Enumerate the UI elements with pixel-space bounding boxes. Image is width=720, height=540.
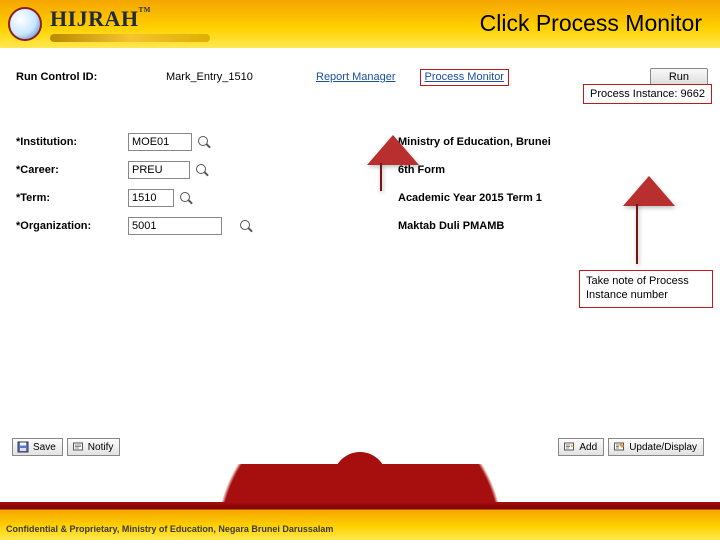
lookup-icon[interactable] bbox=[198, 136, 211, 149]
brand-block: HIJRAHTM bbox=[50, 6, 210, 42]
lookup-icon[interactable] bbox=[240, 220, 253, 233]
career-row: *Career: 6th Form bbox=[16, 156, 708, 184]
arrow-to-process-instance-icon bbox=[623, 176, 675, 206]
brand-emblem-icon bbox=[8, 7, 42, 41]
lookup-icon[interactable] bbox=[180, 192, 193, 205]
add-button[interactable]: Add bbox=[558, 438, 604, 456]
organization-label: *Organization: bbox=[16, 220, 128, 232]
save-icon bbox=[17, 441, 29, 453]
career-label: *Career: bbox=[16, 164, 128, 176]
content-area: Run Control ID: Mark_Entry_1510 Report M… bbox=[0, 48, 720, 240]
organization-input[interactable] bbox=[128, 217, 222, 235]
lookup-icon[interactable] bbox=[196, 164, 209, 177]
run-control-id-label: Run Control ID: bbox=[16, 71, 166, 83]
brand-tagline-bar bbox=[50, 34, 210, 42]
career-input[interactable] bbox=[128, 161, 190, 179]
institution-row: *Institution: Ministry of Education, Bru… bbox=[16, 128, 708, 156]
brand-name: HIJRAHTM bbox=[50, 6, 210, 32]
term-row: *Term: Academic Year 2015 Term 1 bbox=[16, 184, 708, 212]
footer-bar bbox=[0, 502, 720, 540]
parameters-form: *Institution: Ministry of Education, Bru… bbox=[16, 128, 708, 240]
footer-confidential-text: Confidential & Proprietary, Ministry of … bbox=[6, 524, 333, 534]
institution-label: *Institution: bbox=[16, 136, 128, 148]
page-title: Click Process Monitor bbox=[480, 10, 702, 37]
institution-desc: Ministry of Education, Brunei bbox=[398, 136, 708, 148]
save-button[interactable]: Save bbox=[12, 438, 63, 456]
arrow-to-process-monitor-icon bbox=[367, 135, 419, 165]
run-control-id-value: Mark_Entry_1510 bbox=[166, 71, 316, 83]
institution-input[interactable] bbox=[128, 133, 192, 151]
report-manager-link[interactable]: Report Manager bbox=[316, 71, 396, 83]
term-input[interactable] bbox=[128, 189, 174, 207]
app-header: HIJRAHTM Click Process Monitor bbox=[0, 0, 720, 48]
process-monitor-highlight: Process Monitor bbox=[420, 69, 509, 86]
arrow-stem-icon bbox=[636, 204, 638, 264]
process-monitor-link[interactable]: Process Monitor bbox=[425, 71, 504, 83]
process-instance-highlight: Process Instance: 9662 bbox=[583, 84, 712, 104]
term-label: *Term: bbox=[16, 192, 128, 204]
arrow-stem-icon bbox=[380, 163, 382, 191]
add-label: Add bbox=[579, 442, 597, 453]
update-display-button[interactable]: Update/Display bbox=[608, 438, 704, 456]
career-desc: 6th Form bbox=[398, 164, 708, 176]
organization-desc: Maktab Duli PMAMB bbox=[398, 220, 708, 232]
update-label: Update/Display bbox=[629, 442, 697, 453]
update-icon bbox=[613, 441, 625, 453]
notify-icon bbox=[72, 441, 84, 453]
notify-label: Notify bbox=[88, 442, 114, 453]
save-label: Save bbox=[33, 442, 56, 453]
process-instance-label: Process Instance: bbox=[590, 88, 677, 100]
add-icon bbox=[563, 441, 575, 453]
notify-button[interactable]: Notify bbox=[67, 438, 121, 456]
organization-row: *Organization: Maktab Duli PMAMB bbox=[16, 212, 708, 240]
callout-note: Take note of Process Instance number bbox=[579, 270, 713, 308]
process-instance-value: 9662 bbox=[681, 88, 705, 100]
